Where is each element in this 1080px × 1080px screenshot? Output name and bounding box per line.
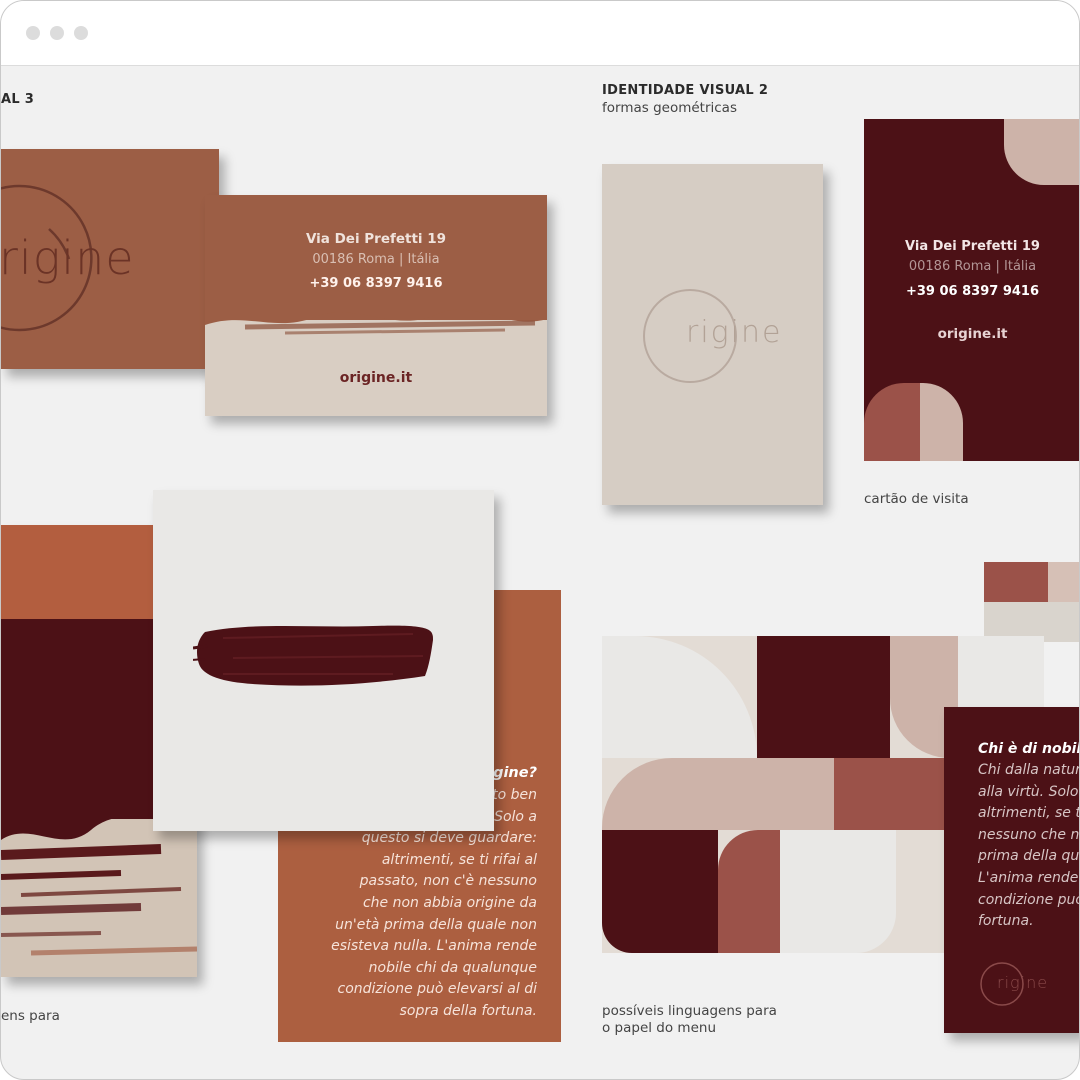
pattern-maroon-square <box>757 636 890 758</box>
back-sheet-rose-block <box>984 562 1048 602</box>
menu-caption-line1: possíveis linguagens para <box>602 1003 777 1019</box>
presentation-board: AL 3 IDENTIDADE VISUAL 2 formas geométri… <box>1 66 1079 1079</box>
maroon-menu-body: Chi dalla natur alla virtù. Solo c altri… <box>978 760 1079 933</box>
back-sheet-blush-block <box>1048 562 1079 602</box>
origine-logo-beige: rigine <box>686 315 783 350</box>
menu-line: altrimenti, se ti rifai al <box>381 851 537 868</box>
blush-quarter-shape <box>920 383 963 461</box>
business-card-contact-left: Via Dei Prefetti 19 00186 Roma | Itália … <box>205 195 547 416</box>
menu-line: un'età prima della quale non <box>335 916 537 933</box>
pattern-maroon-block <box>602 830 718 953</box>
menu-line: condizione può elevarsi al di <box>337 981 538 998</box>
rose-quarter-shape <box>864 383 920 461</box>
pattern-rose-arc <box>718 830 780 953</box>
card-street-right: Via Dei Prefetti 19 <box>905 239 1040 254</box>
menu-caption: possíveis linguagens para o papel do men… <box>602 1003 777 1037</box>
title-bar <box>1 1 1079 66</box>
right-section-subtitle: formas geométricas <box>602 100 737 116</box>
menu-card-maroon: Chi è di nobile Chi dalla natur alla vir… <box>944 707 1079 1033</box>
menu-line: fortuna. <box>978 913 1034 930</box>
menu-line: nessuno che no <box>978 826 1079 843</box>
menu-line: L'anima rende n <box>978 869 1079 886</box>
back-sheet <box>984 562 1079 642</box>
browser-window: AL 3 IDENTIDADE VISUAL 2 formas geométri… <box>0 0 1080 1080</box>
menu-line: esisteva nulla. L'anima rende <box>331 938 537 955</box>
menu-line: che non abbia origine da <box>362 894 537 911</box>
paint-stroke-edge <box>205 303 547 335</box>
menu-line: sopra della fortuna. <box>399 1002 537 1019</box>
menu-line: alla virtù. Solo c <box>978 783 1079 800</box>
menu-line: Chi dalla natur <box>978 762 1079 778</box>
origine-logo-maroon-card: rigine <box>997 973 1049 992</box>
business-card-maroon: Via Dei Prefetti 19 00186 Roma | Itália … <box>864 119 1079 461</box>
window-minimize-button[interactable] <box>50 26 64 40</box>
pattern-blush-pill <box>602 758 834 830</box>
left-section-title: AL 3 <box>1 92 35 107</box>
card-city-right: 00186 Roma | Itália <box>908 259 1037 274</box>
origine-logo: rigine <box>1 231 135 285</box>
menu-line: prima della qua <box>978 848 1079 865</box>
menu-line: nobile chi da qualunque <box>368 959 537 976</box>
window-maximize-button[interactable] <box>74 26 88 40</box>
menu-caption-line2: o papel do menu <box>602 1020 716 1036</box>
right-section-title: IDENTIDADE VISUAL 2 <box>602 83 769 98</box>
card-website: origine.it <box>339 370 413 386</box>
card-street: Via Dei Prefetti 19 <box>305 231 447 247</box>
white-paper-card <box>153 490 494 831</box>
card-city: 00186 Roma | Itália <box>312 252 440 267</box>
left-caption: ens para <box>1 1008 60 1024</box>
card-website-right: origine.it <box>937 326 1008 342</box>
menu-line: passato, non c'è nessuno <box>359 873 537 890</box>
menu-line: altrimenti, se ti <box>978 805 1079 822</box>
pattern-rose-block <box>834 758 944 830</box>
logo-card-terracotta: rigine <box>1 149 219 369</box>
menu-line: questo si deve guardare: <box>361 830 537 847</box>
maroon-menu-heading: Chi è di nobile <box>978 741 1079 757</box>
maroon-brush-stroke <box>193 625 433 686</box>
card-phone-right: +39 06 8397 9416 <box>905 284 1039 299</box>
pattern-white-arc <box>780 830 896 953</box>
business-card-beige: rigine <box>602 164 823 505</box>
card-phone: +39 06 8397 9416 <box>309 276 443 291</box>
pattern-quarter-circle-white <box>602 636 757 758</box>
blush-corner-shape <box>1004 119 1079 185</box>
menu-line: condizione può <box>978 891 1079 908</box>
business-card-caption: cartão de visita <box>864 491 969 507</box>
window-close-button[interactable] <box>26 26 40 40</box>
